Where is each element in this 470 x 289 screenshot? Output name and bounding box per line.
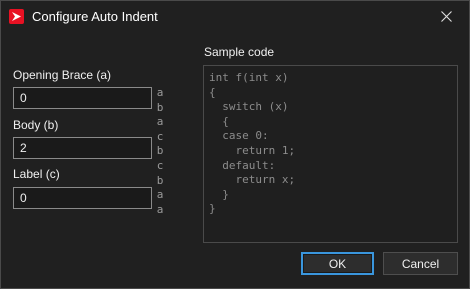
line-letter: b [156,144,164,158]
cancel-button[interactable]: Cancel [383,252,458,275]
code-line: { [209,85,216,99]
line-letter-column: a b a c b c b a a [154,86,166,217]
line-letter: c [156,158,164,172]
opening-brace-label: Opening Brace (a) [13,68,112,82]
close-icon [440,11,452,22]
code-line: return x; [209,173,296,187]
line-letter: b [156,100,164,114]
line-letter: b [156,173,164,187]
code-line: } [209,187,229,201]
line-letter: a [156,115,164,129]
label-label: Label (c) [13,167,60,181]
app-logo-icon [9,9,24,24]
line-letter: a [156,188,164,202]
configure-auto-indent-dialog: Configure Auto Indent Opening Brace (a) … [0,0,470,289]
code-line: { [209,114,229,128]
line-letter: a [156,202,164,216]
code-line: case 0: [209,129,269,143]
label-input[interactable] [13,187,152,209]
code-line: int f(int x) [209,71,289,84]
sample-code-box: int f(int x) { switch (x) { case 0: retu… [203,65,458,243]
code-line: } [209,202,216,216]
sample-code-lines: int f(int x) { switch (x) { case 0: retu… [209,71,295,217]
sample-code-label: Sample code [204,45,275,59]
window-title: Configure Auto Indent [32,9,158,24]
code-line: default: [209,158,276,172]
line-letter: a [156,86,164,99]
close-button[interactable] [423,1,469,32]
line-letter: c [156,129,164,143]
body-label: Body (b) [13,118,59,132]
title-bar: Configure Auto Indent [1,1,469,32]
code-line: return 1; [209,143,296,157]
ok-button[interactable]: OK [301,252,374,275]
body-input[interactable] [13,137,152,159]
opening-brace-input[interactable] [13,87,152,109]
code-line: switch (x) [209,100,289,114]
